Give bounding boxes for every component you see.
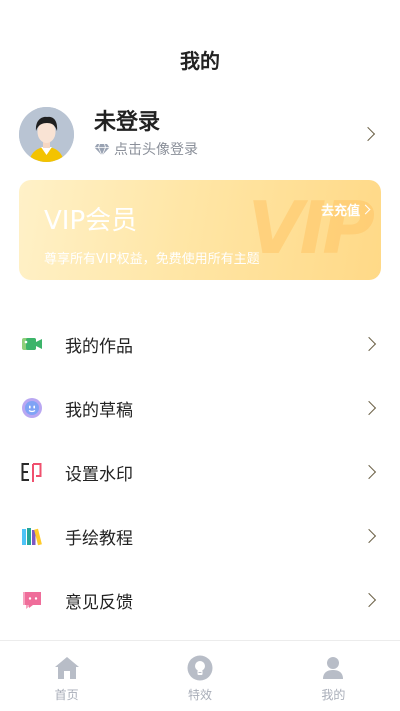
profile-name: 未登录 [94, 110, 161, 135]
menu-item-watermark[interactable]: 设置水印 [0, 440, 400, 504]
menu-label: 我的作品 [65, 336, 133, 357]
avatar[interactable] [19, 106, 74, 162]
chevron-right-icon [361, 400, 377, 416]
profile-row[interactable]: 未登录 点击头像登录 [19, 104, 381, 164]
chevron-right-icon [361, 592, 377, 608]
login-hint: 点击头像登录 [114, 142, 198, 158]
menu-list: 我的作品 我的草稿 设置水印 手绘教程 意见反馈 [0, 312, 400, 632]
chevron-right-icon [361, 528, 377, 544]
menu-item-my-drafts[interactable]: 我的草稿 [0, 376, 400, 440]
profile-icon [323, 657, 344, 679]
recharge-label: 去充值 [320, 204, 360, 219]
chevron-right-icon [360, 204, 371, 215]
draft-face-icon [22, 398, 42, 418]
vip-title: VIP会员 [44, 206, 138, 236]
bottom-tab-bar: 首页 特效 我的 [0, 640, 400, 711]
recharge-button[interactable]: 去充值 [320, 200, 371, 219]
chevron-right-icon [360, 126, 376, 142]
vip-watermark: VIP [247, 186, 375, 270]
menu-item-tutorial[interactable]: 手绘教程 [0, 504, 400, 568]
video-icon [22, 338, 42, 350]
tab-mine[interactable]: 我的 [267, 641, 400, 711]
page-title: 我的 [180, 49, 220, 73]
menu-item-feedback[interactable]: 意见反馈 [0, 568, 400, 632]
tab-label: 特效 [187, 688, 212, 702]
avatar-person-icon [19, 106, 74, 162]
vip-card[interactable]: VIP VIP会员 尊享所有VIP权益，免费使用所有主题 去充值 [19, 180, 381, 280]
home-icon [54, 657, 79, 679]
menu-label: 意见反馈 [65, 592, 133, 613]
feedback-icon [23, 592, 41, 609]
chevron-right-icon [361, 336, 377, 352]
tab-label: 我的 [321, 688, 346, 702]
tab-effects[interactable]: 特效 [133, 641, 266, 711]
books-icon [22, 528, 42, 546]
diamond-icon [94, 143, 110, 156]
menu-label: 我的草稿 [65, 400, 133, 421]
chevron-right-icon [361, 464, 377, 480]
tab-home[interactable]: 首页 [0, 641, 133, 711]
watermark-icon [21, 463, 42, 482]
effects-bulb-icon [187, 655, 213, 681]
menu-label: 设置水印 [65, 464, 133, 485]
vip-description: 尊享所有VIP权益，免费使用所有主题 [44, 252, 260, 267]
menu-label: 手绘教程 [65, 528, 133, 549]
tab-label: 首页 [54, 688, 79, 702]
menu-item-my-works[interactable]: 我的作品 [0, 312, 400, 376]
